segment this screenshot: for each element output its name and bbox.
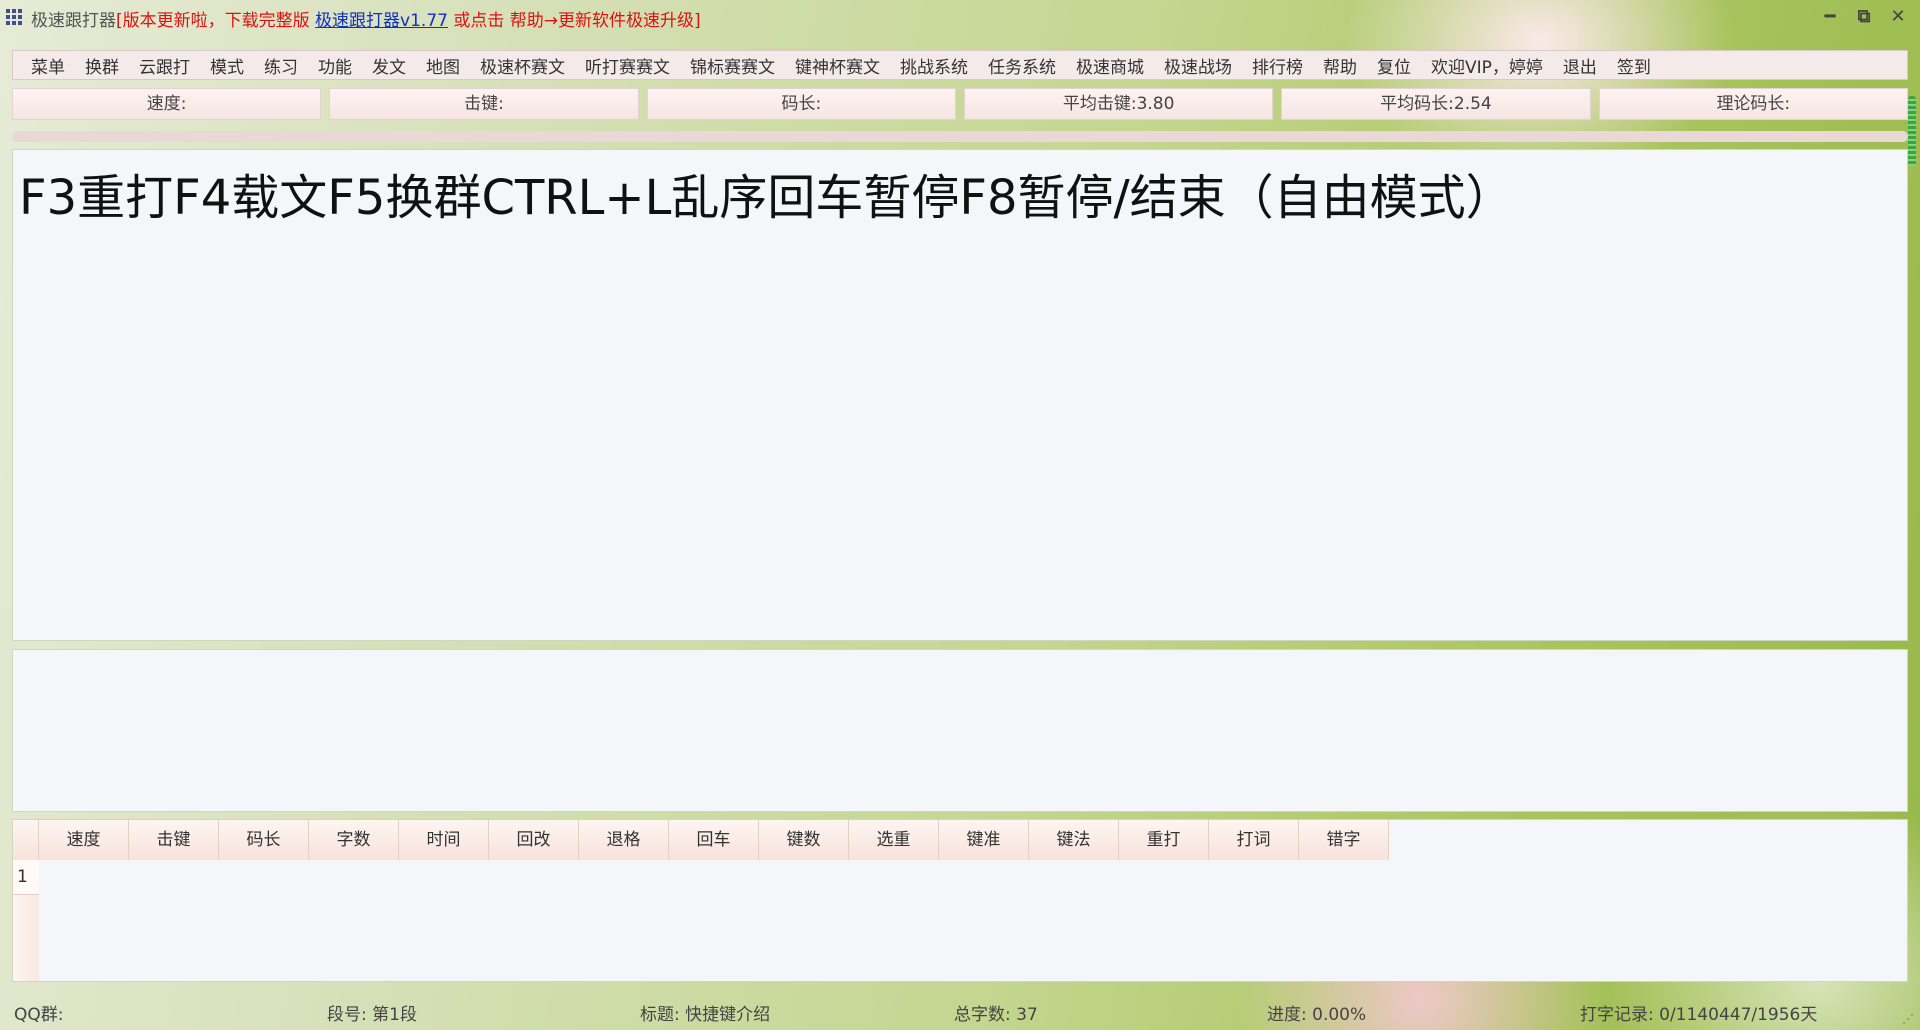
menu-item-championship[interactable]: 锦标赛赛文 bbox=[680, 53, 785, 78]
col-header-words[interactable]: 打词 bbox=[1209, 820, 1299, 860]
menu-item-cloud-typing[interactable]: 云跟打 bbox=[129, 53, 200, 78]
app-menu-icon[interactable] bbox=[6, 9, 22, 25]
app-name: 极速跟打器 bbox=[31, 11, 116, 31]
col-header-backspace[interactable]: 退格 bbox=[579, 820, 669, 860]
col-header-retype[interactable]: 重打 bbox=[1119, 820, 1209, 860]
reference-text-panel: F3重打F4载文F5换群CTRL+L乱序回车暂停F8暂停/结束（自由模式） bbox=[12, 149, 1908, 641]
col-header-code-length[interactable]: 码长 bbox=[219, 820, 309, 860]
stats-bar: 速度: 击键: 码长: 平均击键:3.80 平均码长:2.54 理论码长: bbox=[12, 88, 1908, 122]
menu-item-menu[interactable]: 菜单 bbox=[21, 53, 75, 78]
menu-item-battlefield[interactable]: 极速战场 bbox=[1154, 53, 1242, 78]
menu-item-sign-in[interactable]: 签到 bbox=[1607, 53, 1661, 78]
menu-item-reset[interactable]: 复位 bbox=[1367, 53, 1421, 78]
menu-bar: 菜单 换群 云跟打 模式 练习 功能 发文 地图 极速杯赛文 听打赛赛文 锦标赛… bbox=[12, 50, 1908, 80]
bracket-close: ] bbox=[694, 11, 701, 31]
col-header-errors[interactable]: 错字 bbox=[1299, 820, 1389, 860]
menu-item-vip-welcome[interactable]: 欢迎VIP，婷婷 bbox=[1421, 53, 1553, 78]
row-number-column: 1 bbox=[13, 860, 39, 981]
minimize-icon: ━ bbox=[1824, 6, 1836, 27]
resize-grip-icon[interactable]: ⋰ bbox=[1902, 1012, 1914, 1026]
menu-item-store[interactable]: 极速商城 bbox=[1066, 53, 1154, 78]
col-header-key-count[interactable]: 键数 bbox=[759, 820, 849, 860]
col-header-key-accuracy[interactable]: 键准 bbox=[939, 820, 1029, 860]
menu-item-help[interactable]: 帮助 bbox=[1313, 53, 1367, 78]
stat-avg-keystroke: 平均击键:3.80 bbox=[963, 88, 1274, 120]
status-qq-group: QQ群: bbox=[14, 1005, 64, 1025]
download-link[interactable]: 极速跟打器v1.77 bbox=[315, 11, 448, 31]
col-header-enter[interactable]: 回车 bbox=[669, 820, 759, 860]
menu-item-switch-group[interactable]: 换群 bbox=[75, 53, 129, 78]
menu-item-practice[interactable]: 练习 bbox=[254, 53, 308, 78]
grid-header-row: 速度 击键 码长 字数 时间 回改 退格 回车 键数 选重 键准 键法 重打 打… bbox=[13, 820, 1907, 860]
row-number[interactable]: 1 bbox=[13, 860, 39, 895]
menu-item-mode[interactable]: 模式 bbox=[200, 53, 254, 78]
menu-item-challenge[interactable]: 挑战系统 bbox=[890, 53, 978, 78]
menu-item-send-text[interactable]: 发文 bbox=[362, 53, 416, 78]
col-header-select-repeat[interactable]: 选重 bbox=[849, 820, 939, 860]
col-header-corrections[interactable]: 回改 bbox=[489, 820, 579, 860]
status-total-chars: 总字数: 37 bbox=[954, 1005, 1038, 1025]
status-title: 标题: 快捷键介绍 bbox=[640, 1005, 771, 1025]
restore-icon: ⧉ bbox=[1857, 6, 1871, 27]
window-title: 极速跟打器[版本更新啦，下载完整版 极速跟打器v1.77 或点击 帮助→更新软件… bbox=[31, 6, 701, 31]
typing-progress-bar bbox=[12, 131, 1908, 142]
title-bar: 极速跟打器[版本更新啦，下载完整版 极速跟打器v1.77 或点击 帮助→更新软件… bbox=[0, 0, 1920, 36]
col-header-char-count[interactable]: 字数 bbox=[309, 820, 399, 860]
minimize-button[interactable]: ━ bbox=[1816, 4, 1844, 30]
stat-code-length: 码长: bbox=[646, 88, 956, 120]
col-header-key-method[interactable]: 键法 bbox=[1029, 820, 1119, 860]
status-bar: QQ群: 段号: 第1段 标题: 快捷键介绍 总字数: 37 进度: 0.00%… bbox=[0, 990, 1920, 1030]
status-segment: 段号: 第1段 bbox=[327, 1005, 417, 1025]
menu-item-listening-match[interactable]: 听打赛赛文 bbox=[575, 53, 680, 78]
close-button[interactable]: ✕ bbox=[1884, 4, 1912, 30]
status-record: 打字记录: 0/1140447/1956天 bbox=[1580, 1005, 1818, 1025]
status-progress: 进度: 0.00% bbox=[1267, 1005, 1367, 1025]
menu-item-speed-cup[interactable]: 极速杯赛文 bbox=[470, 53, 575, 78]
restore-button[interactable]: ⧉ bbox=[1850, 4, 1878, 30]
update-notice-suffix: 或点击 帮助→更新软件极速升级 bbox=[447, 11, 695, 31]
results-grid: 速度 击键 码长 字数 时间 回改 退格 回车 键数 选重 键准 键法 重打 打… bbox=[12, 819, 1908, 982]
stat-keystroke: 击键: bbox=[329, 88, 639, 120]
menu-item-tasks[interactable]: 任务系统 bbox=[978, 53, 1066, 78]
stat-avg-code-length: 平均码长:2.54 bbox=[1281, 88, 1591, 120]
stat-speed: 速度: bbox=[12, 88, 322, 120]
menu-item-functions[interactable]: 功能 bbox=[308, 53, 362, 78]
stat-theory-code-length: 理论码长: bbox=[1598, 88, 1908, 120]
menu-item-map[interactable]: 地图 bbox=[416, 53, 470, 78]
update-notice-prefix: 版本更新啦，下载完整版 bbox=[122, 11, 316, 31]
bracket-open: [ bbox=[116, 11, 123, 31]
typing-input-area[interactable] bbox=[12, 649, 1908, 812]
menu-item-leaderboard[interactable]: 排行榜 bbox=[1242, 53, 1313, 78]
close-icon: ✕ bbox=[1890, 6, 1906, 27]
col-header-time[interactable]: 时间 bbox=[399, 820, 489, 860]
reference-text: F3重打F4载文F5换群CTRL+L乱序回车暂停F8暂停/结束（自由模式） bbox=[19, 170, 1514, 226]
col-header-keystroke[interactable]: 击键 bbox=[129, 820, 219, 860]
menu-item-exit[interactable]: 退出 bbox=[1553, 53, 1607, 78]
menu-item-key-god-cup[interactable]: 键神杯赛文 bbox=[785, 53, 890, 78]
scroll-indicator[interactable] bbox=[1908, 96, 1916, 166]
grid-corner bbox=[13, 820, 39, 860]
col-header-speed[interactable]: 速度 bbox=[39, 820, 129, 860]
